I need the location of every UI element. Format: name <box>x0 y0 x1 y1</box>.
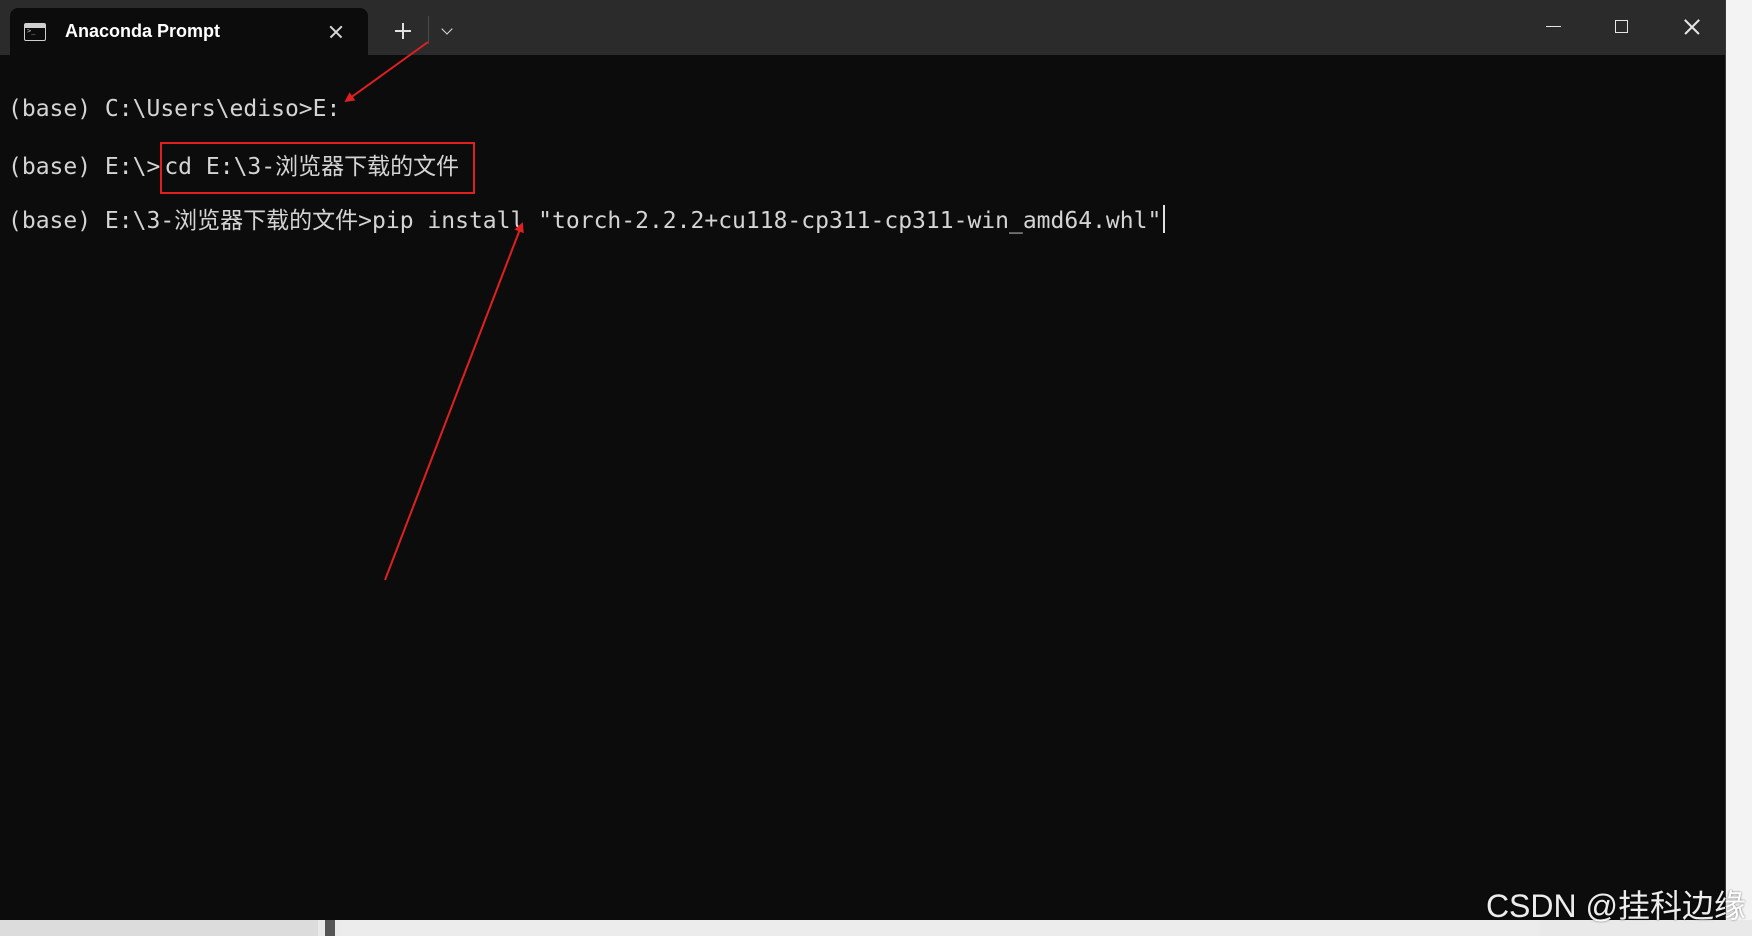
terminal-output[interactable]: (base) C:\Users\ediso>E: (base) E:\> cd E… <box>8 88 1715 256</box>
title-bar: Anaconda Prompt <box>0 0 1725 55</box>
taskbar-segment <box>0 920 318 936</box>
highlighted-command: cd E:\3-浏览器下载的文件 <box>160 142 476 194</box>
tab-anaconda-prompt[interactable]: Anaconda Prompt <box>10 8 368 55</box>
tab-close-icon[interactable] <box>324 20 348 44</box>
tab-separator <box>428 16 429 44</box>
maximize-button[interactable] <box>1600 10 1644 44</box>
prompt-text: (base) E:\3-浏览器下载的文件> <box>8 208 373 234</box>
prompt-text: (base) C:\Users\ediso> <box>8 96 313 122</box>
chevron-down-icon[interactable] <box>437 20 459 42</box>
terminal-line: (base) E:\3-浏览器下载的文件>pip install "torch-… <box>8 200 1715 256</box>
taskbar-segment <box>325 920 335 936</box>
terminal-line: (base) C:\Users\ediso>E: <box>8 88 1715 144</box>
close-button[interactable] <box>1670 10 1714 44</box>
plus-icon[interactable] <box>390 18 416 44</box>
taskbar-segment <box>340 920 1540 936</box>
minimize-button[interactable] <box>1531 10 1575 44</box>
terminal-icon <box>24 22 46 41</box>
text-cursor <box>1163 205 1166 233</box>
watermark: CSDN @挂科边缘 <box>1485 888 1746 924</box>
terminal-window: Anaconda Prompt (base) C:\Users\ediso>E:… <box>0 0 1726 920</box>
command-text: E: <box>312 96 341 122</box>
terminal-line: (base) E:\> cd E:\3-浏览器下载的文件 <box>8 142 1715 200</box>
prompt-text: (base) E:\> <box>8 154 161 180</box>
command-text: pip install "torch-2.2.2+cu118-cp311-cp3… <box>372 208 1162 234</box>
tab-title: Anaconda Prompt <box>65 21 221 41</box>
